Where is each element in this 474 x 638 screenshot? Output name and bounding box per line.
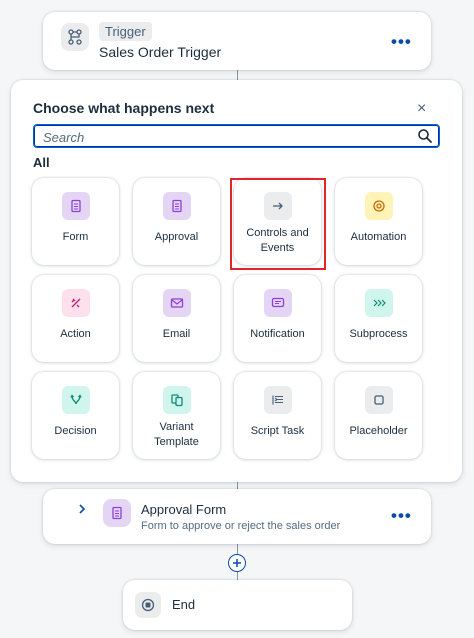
decision-icon (61, 386, 90, 414)
tile-label: Notification (250, 328, 305, 340)
tile-label: Placeholder (349, 425, 408, 437)
placeholder-icon (364, 386, 393, 414)
connector-line (237, 70, 238, 80)
automation-icon (364, 192, 393, 220)
tile-form[interactable]: Form (32, 178, 119, 265)
section-label: All (33, 155, 50, 170)
close-button[interactable]: × (417, 101, 426, 117)
tile-label: Controls and Events (246, 227, 309, 254)
tile-label: Script Task (250, 425, 305, 437)
email-icon (162, 289, 191, 317)
search-field[interactable] (33, 124, 440, 148)
tile-email[interactable]: Email (133, 275, 220, 362)
tile-label: Approval (154, 231, 199, 243)
end-step[interactable]: End (123, 580, 352, 630)
tile-action[interactable]: Action (32, 275, 119, 362)
tile-decision[interactable]: Decision (32, 372, 119, 459)
tile-controls-and-events[interactable]: Controls and Events (234, 178, 321, 265)
step-title: Approval Form (141, 502, 227, 517)
tile-script-task[interactable]: Script Task (234, 372, 321, 459)
more-options-button[interactable]: ••• (391, 506, 412, 526)
script-task-icon (263, 386, 292, 414)
connector-line (237, 544, 238, 554)
next-step-popover: Choose what happens next × All Form Appr… (11, 80, 462, 482)
step-type-grid: Form Approval Controls and Events Automa… (32, 178, 422, 459)
tile-label: Form (62, 231, 89, 243)
notification-icon (263, 289, 292, 317)
step-subtitle: Form to approve or reject the sales orde… (141, 520, 341, 532)
form-icon (103, 499, 131, 527)
popover-title: Choose what happens next (33, 100, 215, 116)
stop-icon (135, 592, 161, 618)
connector-line (237, 482, 238, 489)
tile-label: Variant Template (154, 421, 199, 448)
subprocess-icon (364, 289, 393, 317)
end-title: End (172, 597, 196, 612)
search-input[interactable] (41, 127, 415, 147)
tile-notification[interactable]: Notification (234, 275, 321, 362)
connector-line (237, 572, 238, 580)
trigger-card[interactable]: Trigger Sales Order Trigger ••• (43, 12, 431, 70)
tile-placeholder[interactable]: Placeholder (335, 372, 422, 459)
trigger-title: Sales Order Trigger (99, 44, 222, 60)
tile-approval[interactable]: Approval (133, 178, 220, 265)
tile-label: Email (162, 328, 191, 340)
plus-icon (233, 559, 241, 567)
workflow-trigger-icon (61, 23, 89, 51)
chevron-right-icon[interactable] (77, 502, 87, 518)
form-icon (61, 192, 90, 220)
tile-label: Action (60, 328, 91, 340)
variant-template-icon (162, 386, 191, 414)
tile-variant-template[interactable]: Variant Template (133, 372, 220, 459)
tile-label: Decision (54, 425, 97, 437)
approval-form-step[interactable]: Approval Form Form to approve or reject … (43, 489, 431, 544)
tile-label: Subprocess (349, 328, 408, 340)
tile-automation[interactable]: Automation (335, 178, 422, 265)
arrow-right-icon (263, 192, 292, 220)
approval-icon (162, 192, 191, 220)
search-icon[interactable] (417, 128, 433, 144)
tile-label: Automation (350, 231, 407, 243)
trigger-tag: Trigger (99, 22, 152, 41)
add-step-button[interactable] (228, 554, 246, 572)
tile-subprocess[interactable]: Subprocess (335, 275, 422, 362)
action-icon (61, 289, 90, 317)
more-options-button[interactable]: ••• (391, 32, 412, 52)
